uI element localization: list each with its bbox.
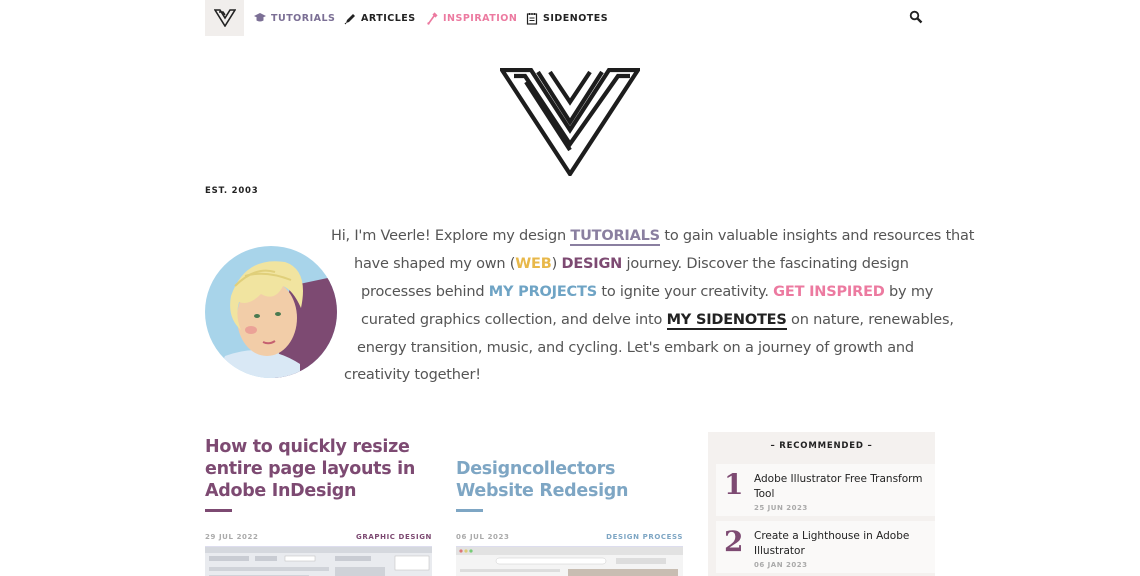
recommended-title: Adobe Illustrator Free Transform Tool bbox=[754, 473, 923, 500]
intro-line-6: creativity together! bbox=[344, 367, 481, 383]
recommended-title: Create a Lighthouse in Adobe Illustrator bbox=[754, 530, 910, 557]
pen-icon bbox=[343, 11, 357, 25]
nav-sidenotes-label: SIDENOTES bbox=[543, 12, 609, 24]
graduation-cap-icon bbox=[253, 11, 267, 25]
intro-text: journey. Discover the fascinating design bbox=[622, 256, 909, 272]
nav-articles[interactable]: ARTICLES bbox=[343, 10, 416, 26]
article-2-title[interactable]: Designcollectors Website Redesign bbox=[456, 458, 676, 502]
tutorials-link[interactable]: TUTORIALS bbox=[570, 228, 660, 246]
article-2-category[interactable]: DESIGN PROCESS bbox=[581, 533, 683, 541]
recommended-panel: – RECOMMENDED – 1 Adobe Illustrator Free… bbox=[708, 432, 935, 576]
intro-line-2: have shaped my own (WEB) DESIGN journey.… bbox=[354, 256, 909, 272]
intro-text: processes behind bbox=[361, 284, 489, 300]
article-2-rule bbox=[456, 509, 483, 512]
article-2-date: 06 JUL 2023 bbox=[456, 533, 510, 541]
top-nav: TUTORIALS ARTICLES INSPIRATION SIDENOTES bbox=[205, 0, 935, 36]
recommended-date: 25 JUN 2023 bbox=[754, 504, 808, 512]
intro-text: curated graphics collection, and delve i… bbox=[361, 312, 667, 328]
intro-line-1: Hi, I'm Veerle! Explore my design TUTORI… bbox=[331, 228, 975, 246]
intro-line-4: curated graphics collection, and delve i… bbox=[361, 312, 954, 330]
recommended-heading: – RECOMMENDED – bbox=[770, 441, 873, 451]
recommended-number: 2 bbox=[724, 525, 744, 558]
web-link[interactable]: WEB bbox=[515, 256, 552, 272]
intro-text: ) bbox=[551, 256, 562, 272]
article-1-title[interactable]: How to quickly resize entire page layout… bbox=[205, 436, 425, 502]
nav-inspiration[interactable]: INSPIRATION bbox=[425, 10, 517, 26]
article-1-rule bbox=[205, 509, 232, 512]
intro-text: to ignite your creativity. bbox=[596, 284, 774, 300]
get-inspired-link[interactable]: GET INSPIRED bbox=[773, 284, 885, 300]
recommended-item-2[interactable]: 2 Create a Lighthouse in Adobe Illustrat… bbox=[716, 521, 935, 573]
avatar bbox=[205, 246, 337, 378]
veerle-v-logo-icon bbox=[500, 68, 640, 176]
my-sidenotes-link[interactable]: MY SIDENOTES bbox=[666, 312, 787, 330]
nav-sidenotes[interactable]: SIDENOTES bbox=[525, 10, 608, 26]
search-icon bbox=[909, 10, 923, 24]
recommended-number: 1 bbox=[724, 468, 744, 501]
nav-articles-label: ARTICLES bbox=[361, 12, 416, 24]
recommended-item-1[interactable]: 1 Adobe Illustrator Free Transform Tool … bbox=[716, 464, 935, 516]
my-projects-link[interactable]: MY PROJECTS bbox=[489, 284, 597, 300]
intro-text: have shaped my own ( bbox=[354, 256, 516, 272]
nav-tutorials[interactable]: TUTORIALS bbox=[253, 10, 335, 26]
notepad-icon bbox=[525, 11, 539, 25]
intro-text: by my bbox=[884, 284, 934, 300]
article-1-thumbnail[interactable] bbox=[205, 546, 432, 576]
nav-tutorials-label: TUTORIALS bbox=[271, 12, 336, 24]
intro-line-3: processes behind MY PROJECTS to ignite y… bbox=[361, 284, 933, 300]
design-link[interactable]: DESIGN bbox=[562, 256, 623, 272]
article-1-category[interactable]: GRAPHIC DESIGN bbox=[330, 533, 432, 541]
article-1-date: 29 JUL 2022 bbox=[205, 533, 259, 541]
home-logo-link[interactable] bbox=[205, 0, 244, 36]
established-label: EST. 2003 bbox=[205, 186, 259, 196]
intro-text: to gain valuable insights and resources … bbox=[659, 228, 975, 244]
recommended-date: 06 JAN 2023 bbox=[754, 561, 808, 569]
intro-text: Hi, I'm Veerle! Explore my design bbox=[331, 228, 571, 244]
search-button[interactable] bbox=[909, 10, 925, 26]
article-2-thumbnail[interactable] bbox=[456, 546, 683, 576]
nav-inspiration-label: INSPIRATION bbox=[443, 12, 518, 24]
dropper-icon bbox=[425, 11, 439, 25]
intro-line-5: energy transition, music, and cycling. L… bbox=[357, 340, 914, 356]
v-logo-icon bbox=[213, 9, 236, 27]
intro-text: on nature, renewables, bbox=[786, 312, 954, 328]
